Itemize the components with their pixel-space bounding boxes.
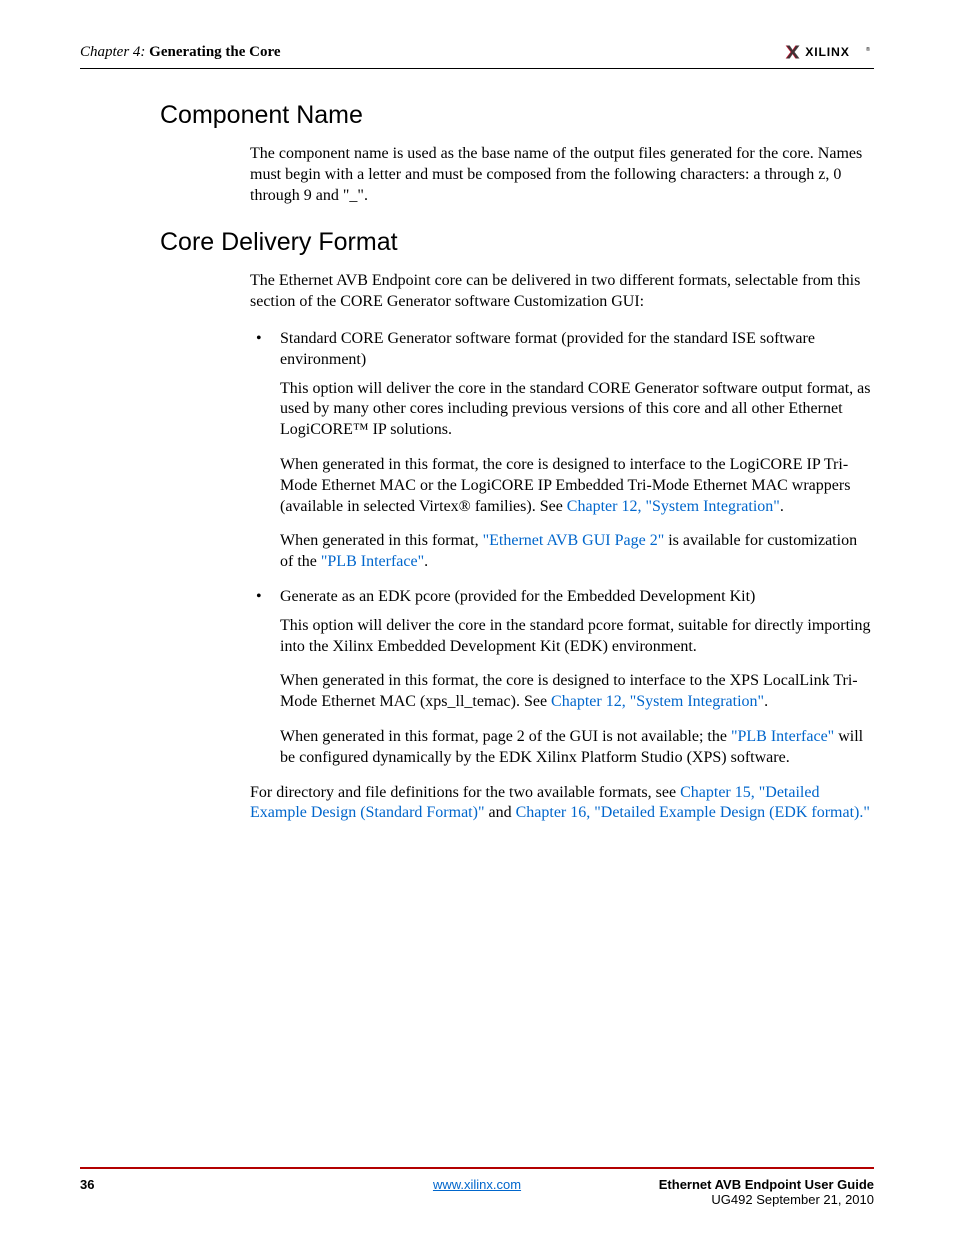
standard-format-gui: When generated in this format, "Ethernet… — [280, 531, 874, 573]
bullet-standard-format: Standard CORE Generator software format … — [280, 330, 815, 368]
section-component-name-title: Component Name — [160, 101, 874, 130]
svg-text:XILINX: XILINX — [805, 45, 849, 59]
link-plb-interface-b[interactable]: "PLB Interface" — [731, 728, 834, 745]
section-core-delivery-title: Core Delivery Format — [160, 228, 874, 257]
footer-doc-info: Ethernet AVB Endpoint User Guide UG492 S… — [659, 1177, 874, 1207]
page-footer: 36 www.xilinx.com Ethernet AVB Endpoint … — [80, 1167, 874, 1207]
bullet-edk-pcore: Generate as an EDK pcore (provided for t… — [280, 588, 755, 605]
footer-doc-sub: UG492 September 21, 2010 — [659, 1192, 874, 1207]
edk-pcore-gui: When generated in this format, page 2 of… — [280, 727, 874, 769]
footer-doc-title: Ethernet AVB Endpoint User Guide — [659, 1177, 874, 1192]
link-chapter-12-b[interactable]: Chapter 12, "System Integration" — [551, 693, 764, 710]
core-delivery-intro: The Ethernet AVB Endpoint core can be de… — [250, 271, 874, 313]
closing-paragraph: For directory and file definitions for t… — [250, 783, 874, 825]
list-item: Standard CORE Generator software format … — [250, 329, 874, 371]
format-list: Standard CORE Generator software format … — [250, 329, 874, 371]
edk-pcore-interface: When generated in this format, the core … — [280, 671, 874, 713]
link-chapter-16[interactable]: Chapter 16, "Detailed Example Design (ED… — [516, 804, 870, 821]
link-chapter-12[interactable]: Chapter 12, "System Integration" — [567, 498, 780, 515]
edk-pcore-description: This option will deliver the core in the… — [280, 616, 874, 658]
chapter-prefix: Chapter 4: — [80, 44, 145, 60]
link-avb-gui-page2[interactable]: "Ethernet AVB GUI Page 2" — [483, 532, 665, 549]
chapter-label: Chapter 4: Generating the Core — [80, 44, 281, 61]
link-plb-interface[interactable]: "PLB Interface" — [321, 553, 424, 570]
footer-url-link[interactable]: www.xilinx.com — [433, 1177, 521, 1192]
svg-text:®: ® — [866, 46, 871, 53]
page-header: Chapter 4: Generating the Core XILINX ® — [80, 42, 874, 69]
standard-format-interface: When generated in this format, the core … — [280, 455, 874, 517]
list-item: Generate as an EDK pcore (provided for t… — [250, 587, 874, 608]
xilinx-logo-icon: XILINX ® — [784, 42, 874, 62]
chapter-title: Generating the Core — [149, 44, 280, 60]
format-list-2: Generate as an EDK pcore (provided for t… — [250, 587, 874, 608]
xilinx-logo: XILINX ® — [784, 42, 874, 62]
standard-format-description: This option will deliver the core in the… — [280, 379, 874, 441]
component-name-description: The component name is used as the base n… — [250, 144, 874, 206]
page-number: 36 — [80, 1177, 94, 1207]
